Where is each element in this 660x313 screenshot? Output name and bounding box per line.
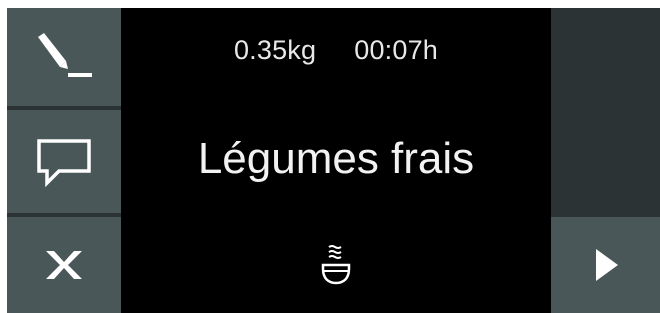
cancel-button[interactable] xyxy=(7,217,121,313)
appliance-display: 0.35kg 00:07h Légumes frais xyxy=(7,8,660,313)
edit-pen-icon xyxy=(38,33,92,77)
duration-value: 00:07h xyxy=(354,35,439,65)
program-name: Légumes frais xyxy=(197,134,475,183)
weight-value: 0.35kg xyxy=(233,35,317,65)
program-display: 0.35kg 00:07h Légumes frais xyxy=(121,8,551,313)
status-line: 0.35kg 00:07h xyxy=(121,35,551,66)
edit-button[interactable] xyxy=(7,8,121,106)
next-button[interactable] xyxy=(551,217,660,313)
right-button-panel xyxy=(551,8,660,313)
steam-bowl-icon xyxy=(321,245,351,285)
close-x-icon xyxy=(46,251,82,279)
play-triangle-icon xyxy=(595,249,618,281)
left-button-panel xyxy=(7,8,121,313)
speech-bubble-icon xyxy=(37,138,91,187)
comment-button[interactable] xyxy=(7,110,121,213)
